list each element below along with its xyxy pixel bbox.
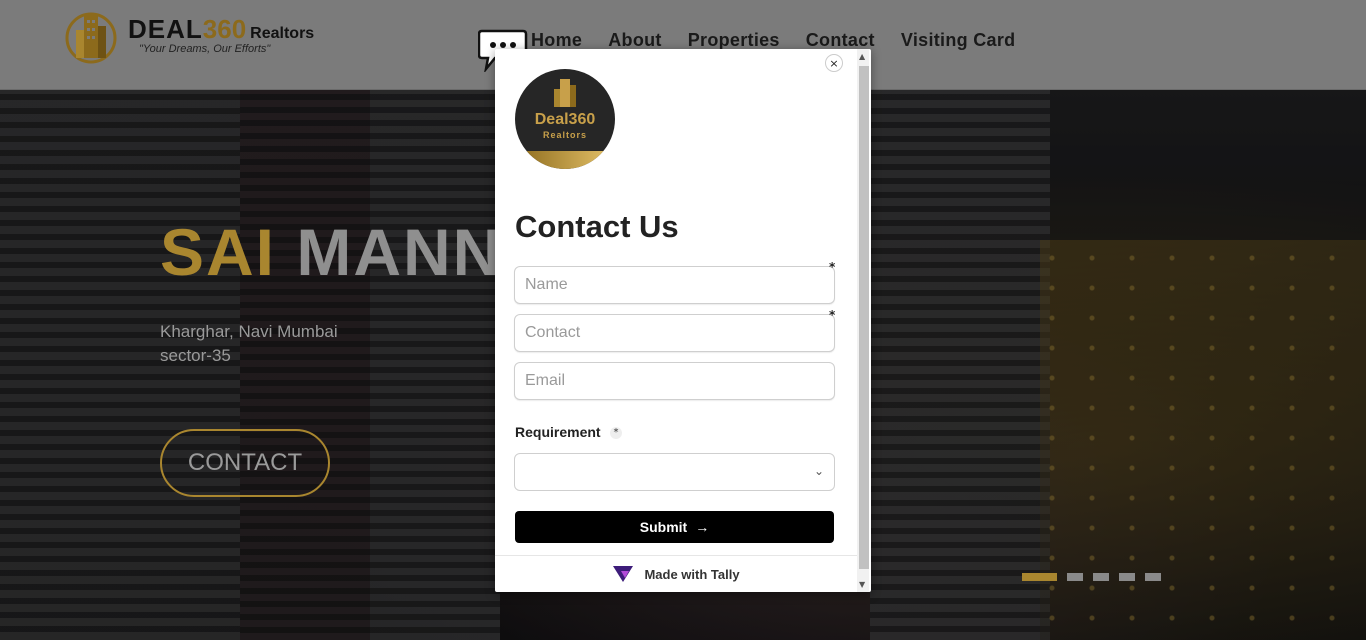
form-logo-band	[515, 151, 615, 169]
chevron-down-icon: ⌄	[813, 464, 824, 478]
hero-title-part2: MANN	[296, 215, 503, 289]
slider-dot[interactable]	[1067, 573, 1083, 581]
form-logo-subtext: Realtors	[542, 130, 587, 140]
main-nav: Home About Properties Contact Visiting C…	[531, 30, 1041, 51]
logo-icon[interactable]	[62, 8, 120, 64]
tally-footer-text: Made with Tally	[644, 566, 740, 582]
form-logo-text: Deal360	[534, 111, 596, 128]
required-mark: *	[610, 427, 622, 439]
modal-scrollbar[interactable]: ▲ ▼	[857, 49, 869, 592]
scroll-thumb[interactable]	[859, 66, 869, 569]
slider-dot[interactable]	[1145, 573, 1161, 581]
contact-input[interactable]	[514, 314, 835, 352]
slider-dot[interactable]	[1093, 573, 1109, 581]
arrow-right-icon: →	[695, 519, 710, 535]
brand-suffix: Realtors	[250, 25, 315, 42]
slider-dot[interactable]	[1022, 573, 1057, 581]
hero-location: Kharghar, Navi Mumbai sector-35	[160, 320, 338, 368]
nav-item-about[interactable]: About	[608, 30, 661, 51]
scroll-down-icon[interactable]: ▼	[859, 580, 865, 589]
brand-number: 360	[202, 14, 247, 44]
requirement-select[interactable]: ⌄	[514, 453, 835, 491]
contact-button[interactable]: CONTACT	[160, 429, 330, 497]
nav-item-contact[interactable]: Contact	[806, 30, 875, 51]
form-title: Contact Us	[515, 209, 679, 244]
tally-footer[interactable]: Made with Tally	[495, 555, 857, 592]
requirement-label: Requirement	[515, 424, 601, 440]
email-input[interactable]	[514, 362, 835, 400]
submit-label: Submit	[639, 519, 688, 535]
nav-item-properties[interactable]: Properties	[688, 30, 780, 51]
name-input[interactable]	[514, 266, 835, 304]
hero-location-line1: Kharghar, Navi Mumbai	[160, 322, 338, 341]
hero-location-line2: sector-35	[160, 346, 231, 365]
contact-modal: ▲ ▼ × Deal360 Realtors Contact Us * * Re…	[495, 49, 871, 592]
hero-title: SAI MANN	[160, 214, 502, 290]
hero-title-part1: SAI	[160, 215, 277, 289]
nav-item-home[interactable]: Home	[531, 30, 582, 51]
scroll-up-icon[interactable]: ▲	[859, 52, 865, 61]
required-mark: *	[829, 260, 836, 274]
tally-logo-icon	[613, 566, 634, 582]
slider-dots	[1022, 573, 1161, 581]
submit-button[interactable]: Submit →	[515, 511, 834, 543]
nav-item-visiting-card[interactable]: Visiting Card	[901, 30, 1016, 51]
brand[interactable]: DEAL360 Realtors "Your Dreams, Our Effort…	[128, 14, 314, 55]
brand-name: DEAL	[128, 14, 203, 44]
required-mark: *	[829, 308, 836, 322]
building-icon	[554, 79, 576, 107]
slider-dot[interactable]	[1119, 573, 1135, 581]
close-icon[interactable]: ×	[825, 54, 843, 72]
form-logo: Deal360 Realtors	[515, 69, 615, 169]
